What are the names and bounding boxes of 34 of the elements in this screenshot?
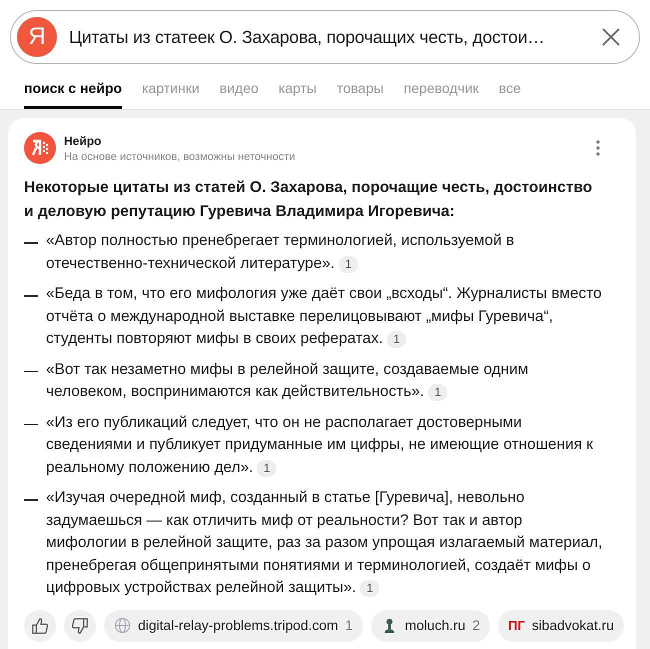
thumbs-up-icon <box>31 616 49 634</box>
answer-heading: Некоторые цитаты из статей О. Захарова, порочащие честь, достоинство и деловую репутацию Гуревича Владимира Игоревича: <box>24 178 594 222</box>
quote-text: «Автор полностью пренебрегает терминологией, используемой в отечественно-технической литературе». 1 <box>46 231 516 274</box>
author-name: Нейро <box>64 134 102 148</box>
site-logo: ПГ <box>508 618 525 633</box>
quote-text: «Беда в том, что его мифология уже даёт свои „всходы“. Журналисты вместо отчёта о международной выставке перелицовывают „мифы Гуревича“, студенты повторяют мифы в своих рефератах. 1 <box>46 284 603 350</box>
search-field[interactable]: Я Цитаты из статеек О. Захарова, порочащих честь, достои… <box>10 10 640 64</box>
disclaimer-text: На основе источников, возможны неточности <box>64 150 296 162</box>
close-icon[interactable] <box>601 27 621 47</box>
quote-text: «Из его публикаций следует, что он не располагает достоверными сведениями и публикует придуманные им цифры, не имеющие отношения к реальному положению дел». 1 <box>46 412 594 478</box>
dash-icon <box>24 499 38 500</box>
source-chip[interactable]: digital-relay-problems.tripod.com 1 <box>104 610 363 642</box>
reference-badge[interactable]: 1 <box>339 256 358 272</box>
source-chip[interactable]: ПГ sibadvokat.ru <box>498 610 624 642</box>
source-chip[interactable]: moluch.ru 2 <box>370 610 490 642</box>
reference-badge[interactable]: 1 <box>428 384 448 401</box>
globe-icon <box>114 617 131 634</box>
like-button[interactable] <box>24 610 56 642</box>
quote-text: «Изучая очередной миф, созданный в статье [Гуревича], невольно задумаешься — как отличить миф от реальности? Вот так и автор мифологии в релейной защите, раз за разом упрощая излагаемый материал, пренебрегая общепринятыми понятиями и терминологией, создаёт мифы о цифровых устройствах релейной защиты». 1 <box>46 488 604 599</box>
reference-badge[interactable]: 1 <box>257 460 276 476</box>
search-logo[interactable]: Я <box>17 17 57 57</box>
dislike-button[interactable] <box>64 610 96 642</box>
search-tab[interactable]: поиск с нейро <box>24 76 122 109</box>
reference-badge[interactable]: 1 <box>387 331 406 348</box>
dash-icon <box>24 424 38 425</box>
quote-text: «Вот так незаметно мифы в релейной защите, создаваемые одним человеком, воспринимаются как действительность». 1 <box>46 360 530 403</box>
dash-icon <box>24 295 38 296</box>
reference-badge[interactable]: 1 <box>360 580 380 597</box>
more-icon[interactable] <box>596 140 600 156</box>
thumbs-down-icon <box>71 616 89 634</box>
dash-icon <box>24 370 38 372</box>
neuro-logo-icon <box>24 132 56 164</box>
search-query: Цитаты из статеек О. Захарова, порочащих честь, достои… <box>69 26 546 48</box>
dash-icon <box>24 242 38 244</box>
